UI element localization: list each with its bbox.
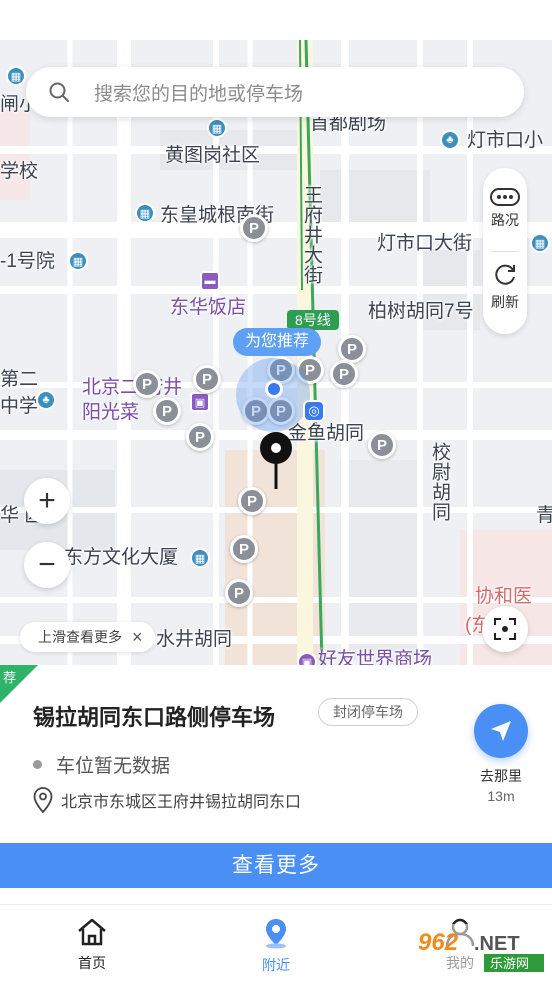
map-label: 北京二 府井 <box>82 377 183 398</box>
map-label: 水井胡同 <box>156 629 233 650</box>
tab-nearby-label: 附近 <box>262 957 290 973</box>
svg-text:乐游网: 乐游网 <box>490 957 529 972</box>
tab-nearby[interactable]: 附近 <box>236 917 316 975</box>
refresh-label: 刷新 <box>491 294 519 310</box>
parking-marker[interactable]: P <box>238 487 266 515</box>
map-label: 灯市口小 <box>467 130 544 151</box>
map-label: 青 <box>536 505 552 526</box>
parking-marker[interactable]: P <box>133 370 161 398</box>
parking-marker[interactable]: P <box>225 579 253 607</box>
parking-marker[interactable]: P <box>338 335 366 363</box>
locate-button[interactable] <box>482 606 528 652</box>
map-label: 灯市口大街 <box>377 233 473 254</box>
hotel-icon: ▬ <box>200 271 220 291</box>
map-label: 中学 <box>0 396 39 417</box>
recommend-tag-text: 荐 <box>3 670 17 685</box>
svg-text:.NET: .NET <box>474 933 520 955</box>
parking-marker[interactable]: P <box>230 535 258 563</box>
parking-name: 锡拉胡同东口路侧停车场 <box>33 705 276 730</box>
map-label: 柏树胡同7号 <box>368 301 474 322</box>
location-icon <box>266 919 286 949</box>
location-pin-icon <box>33 787 53 813</box>
refresh-button[interactable]: 刷新 <box>483 262 527 312</box>
address-text: 北京市东城区王府井锡拉胡同东口 <box>61 794 302 811</box>
map-label: 协和医 <box>475 586 533 607</box>
parking-marker[interactable]: P <box>240 214 268 242</box>
traffic-button[interactable]: 路况 <box>483 188 527 230</box>
zoom-in-button[interactable]: + <box>24 478 70 524</box>
swipe-hint: 上滑查看更多 × <box>20 622 155 652</box>
map-label: 学校 <box>0 161 39 182</box>
zoom-out-button[interactable]: − <box>24 542 70 588</box>
distance-text: 13m <box>487 788 515 804</box>
building-icon: ▦ <box>530 233 550 253</box>
parking-marker[interactable]: P <box>153 397 181 425</box>
map-label: 黄图岗社区 <box>165 145 261 166</box>
shop-icon: ▣ <box>190 392 210 412</box>
navigate-label[interactable]: 去那里 <box>466 766 536 786</box>
current-location-dot <box>265 380 283 398</box>
parking-marker[interactable]: P <box>186 423 214 451</box>
site-watermark-logo: 962 .NET 乐游网 <box>412 924 548 974</box>
metro-line-badge: 8号线 <box>287 310 339 330</box>
map-label: 好友世界商场 <box>318 649 433 665</box>
space-status: 车位暂无数据 <box>33 751 170 778</box>
parking-info-card[interactable]: 荐 锡拉胡同东口路侧停车场 封闭停车场 车位暂无数据 北京市东城区王府井锡拉胡同… <box>0 665 552 843</box>
status-bar <box>0 0 552 40</box>
building-icon: ▦ <box>135 203 155 223</box>
navigate-button[interactable] <box>474 704 528 758</box>
map-label: 第二 <box>0 369 39 390</box>
parking-address: 北京市东城区王府井锡拉胡同东口 <box>33 787 301 813</box>
search-bar[interactable]: 搜索您的目的地或停车场 <box>26 67 524 117</box>
map-label: -1号院 <box>0 251 55 272</box>
map-label: 东华饭店 <box>170 297 247 318</box>
building-icon: ▦ <box>207 118 227 138</box>
tree-icon: ♣ <box>440 130 460 150</box>
view-more-button[interactable]: 查看更多 <box>0 843 552 888</box>
building-icon: ▦ <box>68 251 88 271</box>
shop-icon: ▣ <box>297 652 317 665</box>
traffic-icon <box>490 188 520 206</box>
status-dot <box>33 760 42 769</box>
home-icon <box>78 918 106 946</box>
recommend-bubble[interactable]: 为您推荐 <box>233 328 322 356</box>
scan-locate-icon <box>494 618 516 640</box>
close-icon[interactable]: × <box>132 627 143 648</box>
navigation-arrow-icon <box>491 721 511 741</box>
map-label: 金鱼胡同 <box>288 423 365 444</box>
swipe-hint-text: 上滑查看更多 <box>38 629 122 645</box>
building-icon: ▦ <box>190 548 210 568</box>
search-icon <box>49 82 69 102</box>
map-label: 校尉胡同 <box>429 442 450 522</box>
space-status-text: 车位暂无数据 <box>56 756 171 777</box>
map-label: 东方文化大厦 <box>64 547 179 568</box>
building-icon: ▦ <box>6 66 26 86</box>
map-label: 阳光菜 <box>82 402 140 423</box>
map-view[interactable]: 闸小 学校 黄图岗社区 东皇城根南街 -1号院 东华饭店 王府井大街 灯市口大街… <box>0 40 552 665</box>
search-placeholder: 搜索您的目的地或停车场 <box>94 83 304 105</box>
refresh-icon <box>495 264 515 285</box>
divider <box>491 251 519 252</box>
parking-marker[interactable]: P <box>193 365 221 393</box>
parking-marker[interactable]: P <box>368 431 396 459</box>
parking-marker[interactable]: P <box>330 360 358 388</box>
tree-icon: ♣ <box>36 390 56 410</box>
tab-home[interactable]: 首页 <box>52 917 132 973</box>
map-tools-panel: 路况 刷新 <box>483 168 527 334</box>
map-label: 王府井大街 <box>301 185 322 285</box>
parking-type-badge: 封闭停车场 <box>318 698 418 726</box>
traffic-label: 路况 <box>491 212 519 228</box>
selected-location-pin-icon <box>260 432 292 489</box>
metro-icon: ◎ <box>303 400 325 422</box>
svg-text:962: 962 <box>418 929 459 956</box>
tab-home-label: 首页 <box>78 955 106 971</box>
